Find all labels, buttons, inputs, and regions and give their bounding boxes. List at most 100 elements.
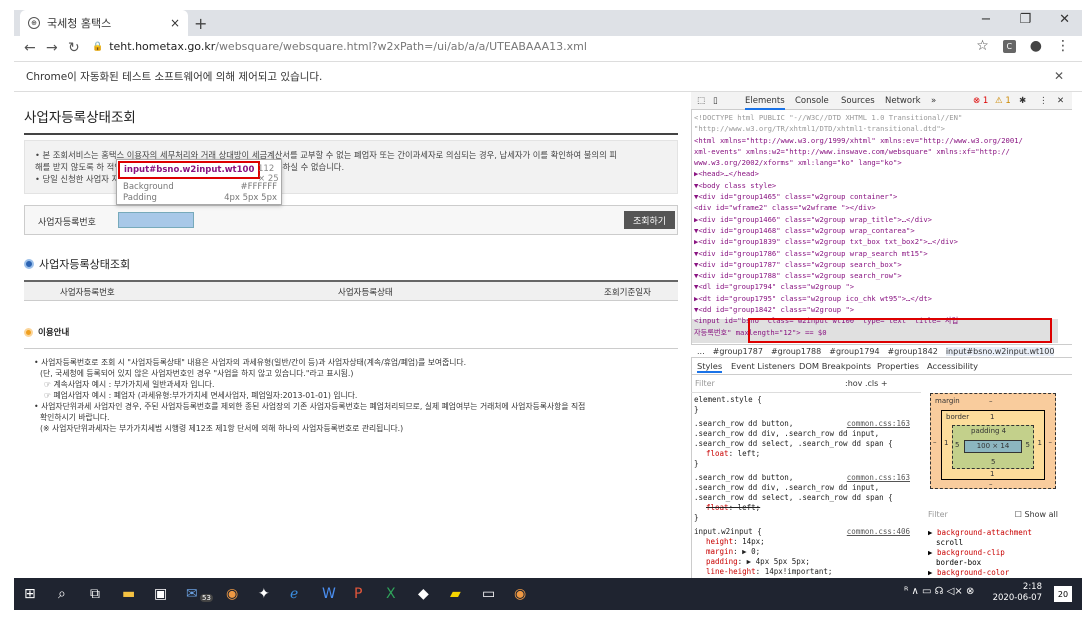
device-toggle-icon[interactable]: ▯ bbox=[713, 96, 718, 106]
chrome-active-icon[interactable]: ◉ bbox=[514, 586, 526, 602]
infobar-close-icon[interactable]: ✕ bbox=[1054, 69, 1064, 83]
file-explorer-icon[interactable]: ▬ bbox=[122, 586, 135, 602]
style-line[interactable]: float: left; bbox=[694, 449, 910, 459]
devtools-close-icon[interactable]: ✕ bbox=[1057, 96, 1064, 106]
address-bar[interactable]: 🔒 teht.hometax.go.kr/websquare/websquare… bbox=[92, 40, 587, 53]
style-line[interactable]: .search_row dd button, common.css:163 bbox=[694, 473, 910, 483]
style-line[interactable]: margin: ▶ 0; bbox=[694, 547, 910, 557]
dom-line[interactable]: <html xmlns="http://www.w3.org/1999/xhtm… bbox=[694, 135, 1060, 146]
tab-dom-breakpoints[interactable]: DOM Breakpoints bbox=[799, 361, 871, 371]
dom-line[interactable]: ▼<div id="group1465" class="w2group cont… bbox=[694, 191, 1060, 202]
search-button[interactable]: 조회하기 bbox=[624, 211, 675, 229]
tab-sources[interactable]: Sources bbox=[841, 96, 875, 106]
styles-pane[interactable]: element.style {} .search_row dd button, co… bbox=[694, 395, 910, 577]
menu-icon[interactable]: ⋮ bbox=[1056, 38, 1070, 54]
dom-line[interactable]: ▼<div id="group1786" class="w2group wrap… bbox=[694, 248, 1060, 259]
dom-tree[interactable]: <!DOCTYPE html PUBLIC "-//W3C//DTD XHTML… bbox=[694, 112, 1060, 344]
browser-tab[interactable]: ⊕ 국세청 홈택스 × bbox=[20, 10, 188, 36]
new-tab-button[interactable]: + bbox=[194, 14, 207, 33]
dom-line[interactable]: ▼<dl id="group1794" class="w2group "> bbox=[694, 281, 1060, 292]
close-window-button[interactable]: ✕ bbox=[1059, 12, 1070, 27]
style-line[interactable]: .search_row dd div, .search_row dd input… bbox=[694, 483, 910, 493]
app3-icon[interactable]: ▭ bbox=[482, 586, 495, 602]
computed-prop[interactable]: ▶ background-clip bbox=[928, 548, 1060, 558]
reload-icon[interactable]: ↻ bbox=[68, 40, 80, 56]
style-line[interactable]: } bbox=[694, 513, 910, 523]
clock[interactable]: 2:18 2020-06-07 bbox=[993, 582, 1042, 604]
dom-line[interactable]: xml-events" xmlns:w2="http://www.inswave… bbox=[694, 146, 1060, 157]
notification-badge[interactable]: 20 bbox=[1054, 586, 1072, 602]
business-number-input[interactable] bbox=[118, 212, 194, 228]
filter-tools[interactable]: :hov .cls + bbox=[845, 379, 888, 388]
style-line[interactable]: } bbox=[694, 405, 910, 415]
profile-icon[interactable]: ● bbox=[1030, 38, 1042, 54]
chrome-app-icon[interactable]: ◉ bbox=[226, 586, 238, 602]
dom-line[interactable]: ▶<dt id="group1795" class="w2group ico_c… bbox=[694, 293, 1060, 304]
dom-line[interactable]: ▼<div id="group1787" class="w2group sear… bbox=[694, 259, 1060, 270]
dom-line[interactable]: ▼<body class style> bbox=[694, 180, 1060, 191]
style-line[interactable]: .search_row dd select, .search_row dd sp… bbox=[694, 439, 910, 449]
style-line[interactable]: .search_row dd select, .search_row dd sp… bbox=[694, 493, 910, 503]
inspect-icon[interactable]: ⬚ bbox=[697, 96, 705, 106]
style-source-link[interactable]: common.css:163 bbox=[847, 419, 910, 429]
tab-properties[interactable]: Properties bbox=[877, 361, 919, 371]
breadcrumb-item[interactable]: input#bsno.w2input.wt100 bbox=[945, 347, 1055, 356]
tab-event-listeners[interactable]: Event Listeners bbox=[731, 361, 795, 371]
breadcrumb-item[interactable]: ... bbox=[697, 347, 705, 356]
task-view-icon[interactable]: ⧉ bbox=[90, 586, 100, 602]
breadcrumb-item[interactable]: #group1842 bbox=[888, 347, 938, 356]
dom-line[interactable]: ▶<div id="group1466" class="w2group wrap… bbox=[694, 214, 1060, 225]
tab-styles[interactable]: Styles bbox=[697, 361, 723, 373]
breadcrumb-item[interactable]: #group1794 bbox=[829, 347, 879, 356]
style-line[interactable]: element.style { bbox=[694, 395, 910, 405]
settings-gear-icon[interactable]: ✱ bbox=[1019, 96, 1026, 106]
tab-close-icon[interactable]: × bbox=[170, 16, 180, 30]
style-line[interactable]: line-height: 14px!important; bbox=[694, 567, 910, 577]
mail-icon[interactable]: ✉ bbox=[186, 586, 198, 602]
style-line[interactable]: float: left; bbox=[694, 503, 910, 513]
style-line[interactable]: height: 14px; bbox=[694, 537, 910, 547]
style-line[interactable]: input.w2input {common.css:406 bbox=[694, 527, 910, 537]
tab-network[interactable]: Network bbox=[885, 96, 921, 106]
tab-console[interactable]: Console bbox=[795, 96, 829, 106]
dom-line[interactable]: ▶<div id="group1839" class="w2group txt_… bbox=[694, 236, 1060, 247]
forward-icon[interactable]: → bbox=[46, 40, 58, 56]
app-icon[interactable]: ✦ bbox=[258, 586, 270, 602]
dom-line[interactable]: "http://www.w3.org/TR/xhtml1/DTD/xhtml1-… bbox=[694, 123, 1060, 134]
app2-icon[interactable]: ◆ bbox=[418, 586, 429, 602]
styles-filter[interactable]: Filter :hov .cls + bbox=[691, 375, 921, 393]
kebab-menu-icon[interactable]: ⋮ bbox=[1039, 96, 1048, 106]
tray-icons[interactable]: ᴿ ∧ ▭ ☊ ◁× ⊗ bbox=[904, 586, 974, 597]
restore-button[interactable]: ❐ bbox=[1019, 12, 1031, 27]
dom-line[interactable]: ▶<head>…</head> bbox=[694, 168, 1060, 179]
breadcrumb-item[interactable]: #group1787 bbox=[713, 347, 763, 356]
kakaotalk-icon[interactable]: ▰ bbox=[450, 586, 461, 602]
dom-line[interactable]: ▼<div id="group1468" class="w2group wrap… bbox=[694, 225, 1060, 236]
windows-start-icon[interactable]: ⊞ bbox=[24, 586, 36, 602]
style-line[interactable]: .search_row dd button, common.css:163 bbox=[694, 419, 910, 429]
word-icon[interactable]: W bbox=[322, 586, 336, 602]
dom-line[interactable]: ▼<div id="group1788" class="w2group sear… bbox=[694, 270, 1060, 281]
style-source-link[interactable]: common.css:406 bbox=[847, 527, 910, 537]
computed-prop[interactable]: ▶ background-color bbox=[928, 568, 1060, 578]
style-line[interactable]: } bbox=[694, 459, 910, 469]
dom-line[interactable]: www.w3.org/2002/xforms" xml:lang="ko" la… bbox=[694, 157, 1060, 168]
style-line[interactable]: .search_row dd div, .search_row dd input… bbox=[694, 429, 910, 439]
minimize-button[interactable]: − bbox=[981, 12, 992, 27]
computed-filter[interactable]: Filter ☐ Show all bbox=[928, 510, 1060, 524]
dom-line[interactable]: <!DOCTYPE html PUBLIC "-//W3C//DTD XHTML… bbox=[694, 112, 1060, 123]
ie-icon[interactable]: ℯ bbox=[290, 586, 298, 602]
style-line[interactable]: padding: ▶ 4px 5px 5px; bbox=[694, 557, 910, 567]
back-icon[interactable]: ← bbox=[24, 40, 36, 56]
powerpoint-icon[interactable]: P bbox=[354, 586, 362, 602]
tab-accessibility[interactable]: Accessibility bbox=[927, 361, 978, 371]
breadcrumb-item[interactable]: #group1788 bbox=[771, 347, 821, 356]
extension-icon[interactable]: C bbox=[1002, 39, 1016, 53]
store-icon[interactable]: ▣ bbox=[154, 586, 167, 602]
dom-line[interactable]: <div id="wframe2" class="w2wframe "></di… bbox=[694, 202, 1060, 213]
style-source-link[interactable]: common.css:163 bbox=[847, 473, 910, 483]
more-tabs-icon[interactable]: » bbox=[931, 96, 936, 106]
bookmark-star-icon[interactable]: ☆ bbox=[976, 38, 989, 54]
excel-icon[interactable]: X bbox=[386, 586, 396, 602]
dom-line[interactable]: ▼<dd id="group1842" class="w2group "> bbox=[694, 304, 1060, 315]
